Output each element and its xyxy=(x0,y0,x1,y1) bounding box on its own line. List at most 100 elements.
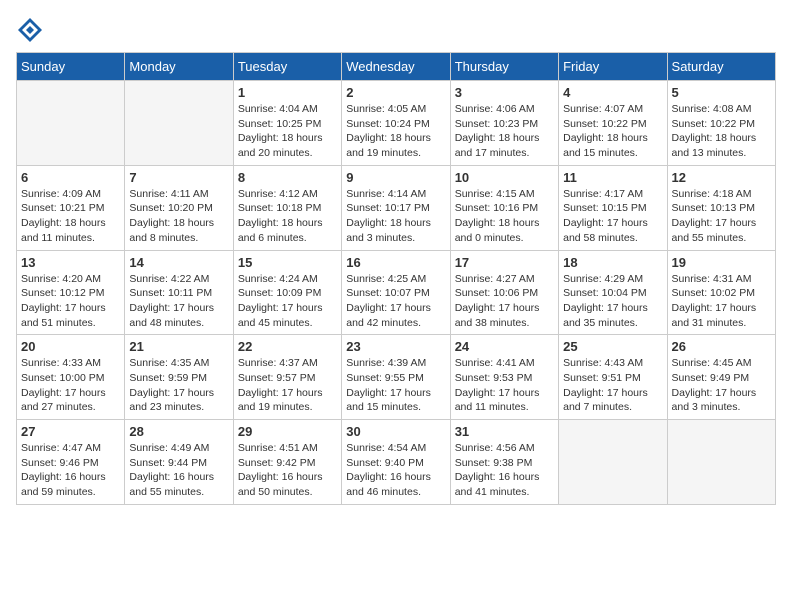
day-info: Sunrise: 4:54 AM Sunset: 9:40 PM Dayligh… xyxy=(346,441,445,500)
calendar-cell: 24 Sunrise: 4:41 AM Sunset: 9:53 PM Dayli… xyxy=(450,335,558,420)
day-info: Sunrise: 4:39 AM Sunset: 9:55 PM Dayligh… xyxy=(346,356,445,415)
calendar-cell: 2 Sunrise: 4:05 AM Sunset: 10:24 PM Dayli… xyxy=(342,81,450,166)
weekday-header: Sunday xyxy=(17,53,125,81)
day-info: Sunrise: 4:27 AM Sunset: 10:06 PM Daylig… xyxy=(455,272,554,331)
calendar-cell: 15 Sunrise: 4:24 AM Sunset: 10:09 PM Dayl… xyxy=(233,250,341,335)
day-info: Sunrise: 4:17 AM Sunset: 10:15 PM Daylig… xyxy=(563,187,662,246)
day-number: 10 xyxy=(455,170,554,185)
calendar-table: SundayMondayTuesdayWednesdayThursdayFrid… xyxy=(16,52,776,505)
calendar-cell: 31 Sunrise: 4:56 AM Sunset: 9:38 PM Dayli… xyxy=(450,420,558,505)
calendar-cell: 18 Sunrise: 4:29 AM Sunset: 10:04 PM Dayl… xyxy=(559,250,667,335)
calendar-week-row: 27 Sunrise: 4:47 AM Sunset: 9:46 PM Dayli… xyxy=(17,420,776,505)
calendar-cell: 19 Sunrise: 4:31 AM Sunset: 10:02 PM Dayl… xyxy=(667,250,775,335)
day-number: 15 xyxy=(238,255,337,270)
day-number: 31 xyxy=(455,424,554,439)
day-info: Sunrise: 4:15 AM Sunset: 10:16 PM Daylig… xyxy=(455,187,554,246)
weekday-header: Wednesday xyxy=(342,53,450,81)
calendar-cell: 23 Sunrise: 4:39 AM Sunset: 9:55 PM Dayli… xyxy=(342,335,450,420)
day-number: 24 xyxy=(455,339,554,354)
day-number: 5 xyxy=(672,85,771,100)
day-info: Sunrise: 4:22 AM Sunset: 10:11 PM Daylig… xyxy=(129,272,228,331)
day-number: 6 xyxy=(21,170,120,185)
calendar-cell: 14 Sunrise: 4:22 AM Sunset: 10:11 PM Dayl… xyxy=(125,250,233,335)
calendar-cell: 21Sunrise: 4:35 AM Sunset: 9:59 PM Dayli… xyxy=(125,335,233,420)
day-number: 8 xyxy=(238,170,337,185)
day-info: Sunrise: 4:56 AM Sunset: 9:38 PM Dayligh… xyxy=(455,441,554,500)
calendar-cell: 17Sunrise: 4:27 AM Sunset: 10:06 PM Dayl… xyxy=(450,250,558,335)
day-info: Sunrise: 4:09 AM Sunset: 10:21 PM Daylig… xyxy=(21,187,120,246)
calendar-cell: 4Sunrise: 4:07 AM Sunset: 10:22 PM Dayli… xyxy=(559,81,667,166)
page-header xyxy=(16,16,776,44)
calendar-cell: 3Sunrise: 4:06 AM Sunset: 10:23 PM Dayli… xyxy=(450,81,558,166)
day-info: Sunrise: 4:07 AM Sunset: 10:22 PM Daylig… xyxy=(563,102,662,161)
day-info: Sunrise: 4:04 AM Sunset: 10:25 PM Daylig… xyxy=(238,102,337,161)
day-info: Sunrise: 4:20 AM Sunset: 10:12 PM Daylig… xyxy=(21,272,120,331)
day-number: 11 xyxy=(563,170,662,185)
calendar-cell: 28Sunrise: 4:49 AM Sunset: 9:44 PM Dayli… xyxy=(125,420,233,505)
day-info: Sunrise: 4:41 AM Sunset: 9:53 PM Dayligh… xyxy=(455,356,554,415)
calendar-cell xyxy=(17,81,125,166)
weekday-header: Friday xyxy=(559,53,667,81)
calendar-cell xyxy=(125,81,233,166)
day-info: Sunrise: 4:47 AM Sunset: 9:46 PM Dayligh… xyxy=(21,441,120,500)
day-number: 21 xyxy=(129,339,228,354)
day-number: 13 xyxy=(21,255,120,270)
day-number: 28 xyxy=(129,424,228,439)
day-info: Sunrise: 4:08 AM Sunset: 10:22 PM Daylig… xyxy=(672,102,771,161)
day-number: 16 xyxy=(346,255,445,270)
day-number: 12 xyxy=(672,170,771,185)
day-number: 19 xyxy=(672,255,771,270)
day-info: Sunrise: 4:51 AM Sunset: 9:42 PM Dayligh… xyxy=(238,441,337,500)
day-number: 23 xyxy=(346,339,445,354)
day-info: Sunrise: 4:37 AM Sunset: 9:57 PM Dayligh… xyxy=(238,356,337,415)
calendar-cell: 20Sunrise: 4:33 AM Sunset: 10:00 PM Dayl… xyxy=(17,335,125,420)
calendar-cell xyxy=(667,420,775,505)
calendar-cell: 29Sunrise: 4:51 AM Sunset: 9:42 PM Dayli… xyxy=(233,420,341,505)
day-number: 7 xyxy=(129,170,228,185)
calendar-week-row: 1 Sunrise: 4:04 AM Sunset: 10:25 PM Dayli… xyxy=(17,81,776,166)
calendar-cell: 26 Sunrise: 4:45 AM Sunset: 9:49 PM Dayli… xyxy=(667,335,775,420)
day-info: Sunrise: 4:33 AM Sunset: 10:00 PM Daylig… xyxy=(21,356,120,415)
day-number: 26 xyxy=(672,339,771,354)
calendar-cell: 12Sunrise: 4:18 AM Sunset: 10:13 PM Dayl… xyxy=(667,165,775,250)
weekday-header: Thursday xyxy=(450,53,558,81)
weekday-header-row: SundayMondayTuesdayWednesdayThursdayFrid… xyxy=(17,53,776,81)
day-number: 2 xyxy=(346,85,445,100)
calendar-week-row: 20Sunrise: 4:33 AM Sunset: 10:00 PM Dayl… xyxy=(17,335,776,420)
day-info: Sunrise: 4:25 AM Sunset: 10:07 PM Daylig… xyxy=(346,272,445,331)
day-number: 18 xyxy=(563,255,662,270)
day-number: 27 xyxy=(21,424,120,439)
calendar-cell: 25Sunrise: 4:43 AM Sunset: 9:51 PM Dayli… xyxy=(559,335,667,420)
day-info: Sunrise: 4:11 AM Sunset: 10:20 PM Daylig… xyxy=(129,187,228,246)
calendar-cell: 22Sunrise: 4:37 AM Sunset: 9:57 PM Dayli… xyxy=(233,335,341,420)
weekday-header: Saturday xyxy=(667,53,775,81)
calendar-cell: 13 Sunrise: 4:20 AM Sunset: 10:12 PM Dayl… xyxy=(17,250,125,335)
calendar-cell: 9 Sunrise: 4:14 AM Sunset: 10:17 PM Dayli… xyxy=(342,165,450,250)
day-number: 30 xyxy=(346,424,445,439)
day-info: Sunrise: 4:12 AM Sunset: 10:18 PM Daylig… xyxy=(238,187,337,246)
day-info: Sunrise: 4:31 AM Sunset: 10:02 PM Daylig… xyxy=(672,272,771,331)
calendar-cell xyxy=(559,420,667,505)
day-number: 14 xyxy=(129,255,228,270)
day-info: Sunrise: 4:29 AM Sunset: 10:04 PM Daylig… xyxy=(563,272,662,331)
day-info: Sunrise: 4:43 AM Sunset: 9:51 PM Dayligh… xyxy=(563,356,662,415)
day-number: 3 xyxy=(455,85,554,100)
calendar-week-row: 13 Sunrise: 4:20 AM Sunset: 10:12 PM Dayl… xyxy=(17,250,776,335)
day-info: Sunrise: 4:14 AM Sunset: 10:17 PM Daylig… xyxy=(346,187,445,246)
calendar-cell: 10 Sunrise: 4:15 AM Sunset: 10:16 PM Dayl… xyxy=(450,165,558,250)
calendar-cell: 1 Sunrise: 4:04 AM Sunset: 10:25 PM Dayli… xyxy=(233,81,341,166)
calendar-cell: 6 Sunrise: 4:09 AM Sunset: 10:21 PM Dayli… xyxy=(17,165,125,250)
calendar-cell: 30 Sunrise: 4:54 AM Sunset: 9:40 PM Dayli… xyxy=(342,420,450,505)
day-info: Sunrise: 4:24 AM Sunset: 10:09 PM Daylig… xyxy=(238,272,337,331)
calendar-week-row: 6 Sunrise: 4:09 AM Sunset: 10:21 PM Dayli… xyxy=(17,165,776,250)
calendar-cell: 5 Sunrise: 4:08 AM Sunset: 10:22 PM Dayli… xyxy=(667,81,775,166)
logo xyxy=(16,16,46,44)
day-info: Sunrise: 4:05 AM Sunset: 10:24 PM Daylig… xyxy=(346,102,445,161)
day-info: Sunrise: 4:45 AM Sunset: 9:49 PM Dayligh… xyxy=(672,356,771,415)
calendar-cell: 16 Sunrise: 4:25 AM Sunset: 10:07 PM Dayl… xyxy=(342,250,450,335)
logo-icon xyxy=(16,16,44,44)
day-number: 1 xyxy=(238,85,337,100)
weekday-header: Tuesday xyxy=(233,53,341,81)
calendar-cell: 27 Sunrise: 4:47 AM Sunset: 9:46 PM Dayli… xyxy=(17,420,125,505)
day-number: 9 xyxy=(346,170,445,185)
